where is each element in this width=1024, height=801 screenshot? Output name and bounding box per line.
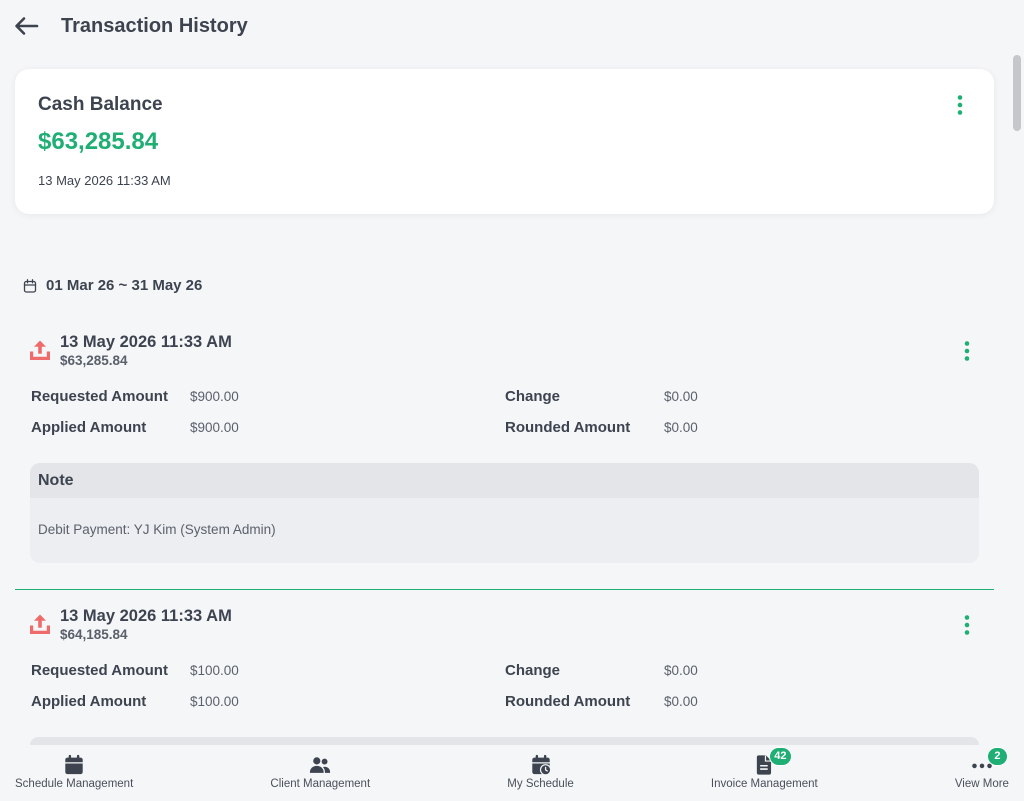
page-title: Transaction History — [61, 15, 248, 37]
nav-label: Client Management — [270, 778, 371, 790]
date-range-filter[interactable]: 01 Mar 26 ~ 31 May 26 — [22, 276, 202, 296]
cash-balance-label: Cash Balance — [38, 94, 163, 115]
transaction-balance: $63,285.84 — [60, 353, 128, 368]
kebab-menu-icon — [964, 615, 970, 635]
kebab-menu-icon — [957, 95, 963, 115]
note-box — [30, 737, 979, 745]
amount-row: Applied Amount $900.00 Rounded Amount $0… — [15, 418, 994, 438]
rounded-amount-value: $0.00 — [664, 694, 698, 709]
cash-balance-timestamp: 13 May 2026 11:33 AM — [38, 173, 171, 188]
date-range-text: 01 Mar 26 ~ 31 May 26 — [46, 277, 203, 294]
upload-icon — [30, 340, 50, 360]
transaction-item: 13 May 2026 11:33 AM $63,285.84 Requeste… — [15, 320, 994, 590]
transaction-item: 13 May 2026 11:33 AM $64,185.84 Requeste… — [15, 594, 994, 745]
nav-icon-container — [530, 754, 552, 776]
applied-amount-value: $900.00 — [190, 420, 239, 435]
transaction-balance: $64,185.84 — [60, 627, 128, 642]
upload-icon — [30, 614, 50, 634]
transaction-datetime: 13 May 2026 11:33 AM — [60, 333, 232, 351]
change-value: $0.00 — [664, 389, 698, 404]
amount-row: Requested Amount $900.00 Change $0.00 — [15, 387, 994, 407]
requested-amount-label: Requested Amount — [31, 388, 168, 405]
rounded-amount-label: Rounded Amount — [505, 419, 631, 436]
balance-menu-button[interactable] — [950, 95, 970, 115]
applied-amount-label: Applied Amount — [31, 419, 147, 436]
invoice-count-badge: 42 — [769, 747, 792, 766]
transaction-datetime: 13 May 2026 11:33 AM — [60, 607, 232, 625]
nav-label: Schedule Management — [15, 778, 134, 790]
cash-balance-amount: $63,285.84 — [38, 128, 159, 155]
note-heading: Note — [30, 463, 979, 498]
applied-amount-label: Applied Amount — [31, 693, 147, 710]
note-text: Debit Payment: YJ Kim (System Admin) — [38, 522, 276, 537]
change-label: Change — [505, 388, 561, 405]
nav-my-schedule[interactable]: My Schedule — [507, 745, 574, 801]
users-icon — [310, 757, 331, 773]
back-button[interactable] — [13, 14, 39, 38]
bottom-navigation: Schedule Management Client Management My… — [0, 745, 1024, 801]
transaction-menu-button[interactable] — [957, 341, 977, 361]
arrow-left-icon — [15, 17, 39, 35]
note-box: Note Debit Payment: YJ Kim (System Admin… — [30, 463, 979, 563]
scrollbar-thumb[interactable] — [1013, 55, 1021, 131]
calendar-icon — [23, 279, 37, 293]
amount-row: Applied Amount $100.00 Rounded Amount $0… — [15, 692, 994, 712]
transaction-menu-button[interactable] — [957, 615, 977, 635]
calendar-icon — [65, 754, 83, 775]
nav-icon-container — [63, 754, 85, 776]
nav-icon-container: 2 — [971, 747, 1008, 776]
requested-amount-value: $900.00 — [190, 389, 239, 404]
nav-icon-container — [309, 754, 331, 776]
cash-balance-card: Cash Balance $63,285.84 13 May 2026 11:3… — [15, 69, 994, 214]
change-label: Change — [505, 662, 561, 679]
nav-invoice-management[interactable]: 42 Invoice Management — [711, 745, 818, 801]
nav-schedule-management[interactable]: Schedule Management — [15, 745, 133, 801]
view-more-count-badge: 2 — [986, 747, 1008, 766]
note-heading-band — [30, 737, 979, 745]
scrollbar[interactable] — [1011, 0, 1024, 745]
nav-icon-container: 42 — [753, 747, 792, 776]
nav-view-more[interactable]: 2 View More — [955, 745, 1009, 801]
rounded-amount-value: $0.00 — [664, 420, 698, 435]
transaction-list: 13 May 2026 11:33 AM $63,285.84 Requeste… — [15, 320, 994, 745]
change-value: $0.00 — [664, 663, 698, 678]
nav-client-management[interactable]: Client Management — [270, 745, 370, 801]
calendar-clock-icon — [531, 754, 551, 776]
kebab-menu-icon — [964, 341, 970, 361]
nav-label: My Schedule — [507, 778, 574, 790]
rounded-amount-label: Rounded Amount — [505, 693, 631, 710]
nav-label: Invoice Management — [710, 778, 818, 790]
amount-row: Requested Amount $100.00 Change $0.00 — [15, 661, 994, 681]
applied-amount-value: $100.00 — [190, 694, 239, 709]
requested-amount-label: Requested Amount — [31, 662, 168, 679]
nav-label: View More — [954, 778, 1009, 790]
requested-amount-value: $100.00 — [190, 663, 239, 678]
